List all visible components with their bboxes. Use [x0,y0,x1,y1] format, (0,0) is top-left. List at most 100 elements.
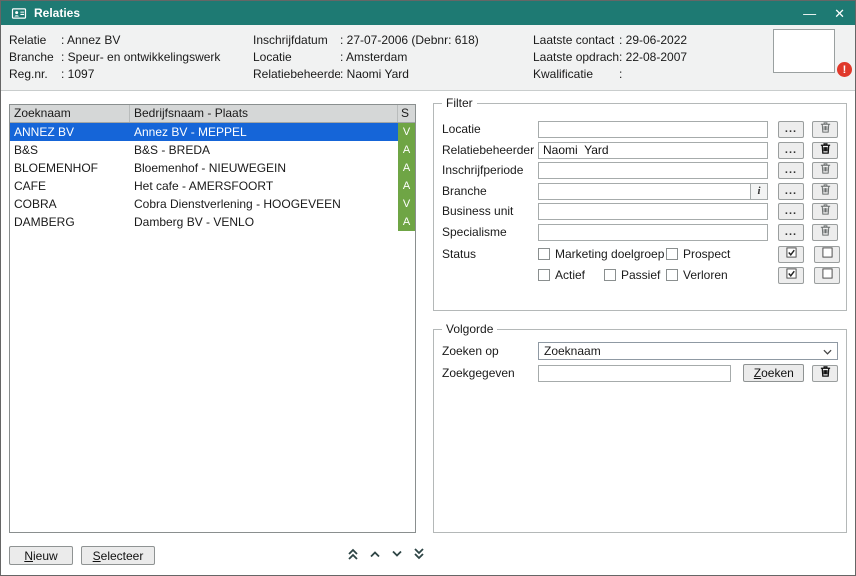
checkbox-label: Verloren [683,268,728,282]
zoekgegeven-row: Zoekgegeven Zoeken [442,364,838,382]
first-record-button[interactable] [345,547,361,563]
close-button[interactable]: ✕ [834,7,845,20]
window-title: Relaties [34,6,80,20]
branche-info-button[interactable]: i [751,183,768,200]
table-row[interactable]: CAFE Het cafe - AMERSFOORT A [10,177,415,195]
status-row2-uncheck-all-button[interactable] [814,267,840,284]
cell-bedrijfsnaam: B&S - BREDA [130,141,398,159]
nieuw-button[interactable]: Nieuw [9,546,73,565]
status-row-2: Actief Passief Verloren [442,266,838,284]
checkbox-label: Actief [555,268,585,282]
business-unit-input[interactable] [538,203,768,220]
header-field: Inschrijfdatum: 27-07-2006 (Debnr: 618) [253,32,479,49]
business-unit-clear-button[interactable] [812,203,838,220]
chevron-down-icon [823,344,832,358]
table-row[interactable]: ANNEZ BV Annez BV - MEPPEL V [10,123,415,141]
header-field: Kwalificatie: [533,66,687,83]
zoeken-button[interactable]: Zoeken [743,364,804,382]
chevron-up-icon [368,547,382,564]
unchecked-box-icon [822,247,833,261]
previous-record-button[interactable] [367,547,383,563]
record-navigation [345,547,427,563]
table-header-row: Zoeknaam Bedrijfsnaam - Plaats S [10,105,415,123]
column-header-zoeknaam[interactable]: Zoeknaam [10,105,130,122]
volgorde-group-title: Volgorde [442,322,497,336]
last-record-button[interactable] [411,547,427,563]
relaties-window-icon [11,7,27,20]
inschrijfperiode-input[interactable] [538,162,768,179]
filter-row-branche: Branche i ... [442,182,838,200]
field-value: : 29-06-2022 [619,32,687,49]
specialisme-clear-button[interactable] [812,224,838,241]
locatie-lookup-button[interactable]: ... [778,121,804,138]
passief-checkbox[interactable] [604,269,616,281]
relatiebeheerder-lookup-button[interactable]: ... [778,142,804,159]
cell-zoeknaam: DAMBERG [10,213,130,231]
locatie-input[interactable] [538,121,768,138]
branche-lookup-button[interactable]: ... [778,183,804,200]
chevron-down-icon [390,547,404,564]
cell-zoeknaam: BLOEMENHOF [10,159,130,177]
cell-status: V [398,195,415,213]
status-row1-uncheck-all-button[interactable] [814,246,840,263]
table-row[interactable]: B&S B&S - BREDA A [10,141,415,159]
header-field: Relatie: Annez BV [9,32,220,49]
next-record-button[interactable] [389,547,405,563]
trash-icon [819,142,832,158]
branche-input[interactable] [538,183,751,200]
status-option: Prospect [666,247,730,261]
titlebar: Relaties — ✕ [1,1,855,25]
field-value: : Speur- en ontwikkelingswerk [61,49,220,66]
status-row2-check-all-button[interactable] [778,267,804,284]
trash-icon [819,203,832,219]
selecteer-button[interactable]: Selecteer [81,546,155,565]
branche-clear-button[interactable] [812,183,838,200]
status-option: Marketing doelgroep [538,247,666,261]
filter-label: Locatie [442,122,538,136]
relatiebeheerder-clear-button[interactable] [812,142,838,159]
double-chevron-down-icon [412,547,426,564]
zoeken-op-row: Zoeken op Zoeknaam [442,342,838,360]
zoekgegeven-clear-button[interactable] [812,365,838,382]
inschrijfperiode-lookup-button[interactable]: ... [778,162,804,179]
zoeken-op-value: Zoeknaam [544,344,601,358]
volgorde-groupbox: Volgorde Zoeken op Zoeknaam Zoekgegeven … [433,329,847,533]
status-option: Actief [538,268,604,282]
double-chevron-up-icon [346,547,360,564]
unchecked-box-icon [822,268,833,282]
zoeken-op-select[interactable]: Zoeknaam [538,342,838,360]
header-field: Relatiebeheerde: Naomi Yard [253,66,479,83]
column-header-status[interactable]: S [398,105,415,122]
specialisme-lookup-button[interactable]: ... [778,224,804,241]
status-row1-check-all-button[interactable] [778,246,804,263]
checkbox-label: Prospect [683,247,730,261]
filter-row-relatiebeheerder: Relatiebeheerder ... [442,141,838,159]
table-row[interactable]: COBRA Cobra Dienstverlening - HOOGEVEEN … [10,195,415,213]
specialisme-input[interactable] [538,224,768,241]
field-value: : 27-07-2006 (Debnr: 618) [340,32,479,49]
locatie-clear-button[interactable] [812,121,838,138]
inschrijfperiode-clear-button[interactable] [812,162,838,179]
field-value: : Annez BV [61,32,120,49]
checked-box-icon [786,247,797,261]
cell-status: A [398,213,415,231]
zoekgegeven-input[interactable] [538,365,731,382]
column-header-bedrijfsnaam[interactable]: Bedrijfsnaam - Plaats [130,105,398,122]
header-info: Relatie: Annez BV Branche: Speur- en ont… [1,25,855,91]
actief-checkbox[interactable] [538,269,550,281]
header-field: Locatie: Amsterdam [253,49,479,66]
prospect-checkbox[interactable] [666,248,678,260]
table-row[interactable]: BLOEMENHOF Bloemenhof - NIEUWEGEIN A [10,159,415,177]
field-label: Relatie [9,32,61,49]
table-row[interactable]: DAMBERG Damberg BV - VENLO A [10,213,415,231]
field-value: : [619,66,622,83]
business-unit-lookup-button[interactable]: ... [778,203,804,220]
header-column-2: Inschrijfdatum: 27-07-2006 (Debnr: 618) … [253,32,479,83]
field-label: Locatie [253,49,340,66]
marketing-doelgroep-checkbox[interactable] [538,248,550,260]
minimize-button[interactable]: — [803,7,816,20]
relatiebeheerder-input[interactable] [538,142,768,159]
alert-badge-icon[interactable]: ! [837,62,852,77]
checkbox-label: Passief [621,268,660,282]
verloren-checkbox[interactable] [666,269,678,281]
